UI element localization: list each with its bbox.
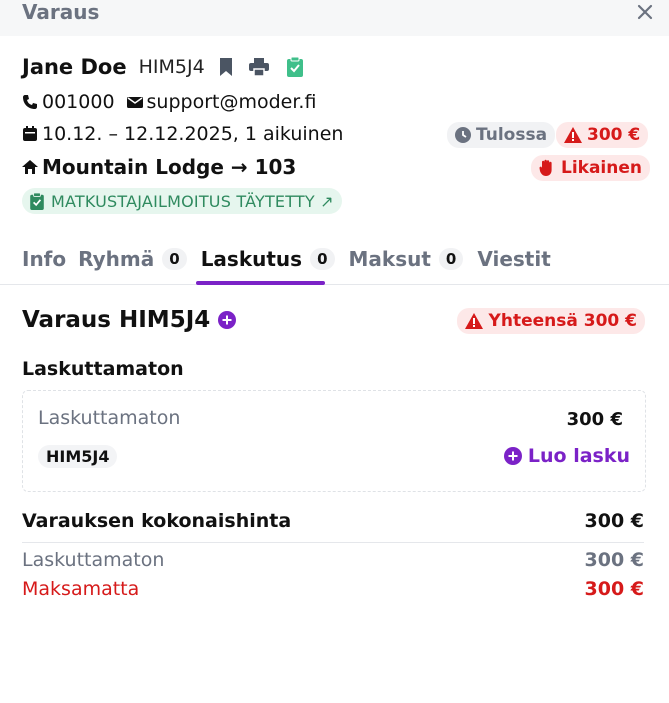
email-icon — [126, 97, 143, 108]
guest-name: Jane Doe — [22, 55, 127, 79]
reservation-code: HIM5J4 — [138, 56, 205, 78]
balance-amount: 300 € — [587, 125, 641, 145]
balance-badge: 300 € — [556, 122, 649, 148]
calendar-icon — [23, 126, 37, 141]
cleaning-badge[interactable]: Likainen — [531, 155, 650, 181]
email-address[interactable]: support@moder.fi — [147, 91, 317, 113]
summary-value: 300 € — [584, 578, 645, 600]
tab-payments[interactable]: Maksut 0 — [349, 242, 464, 276]
billing-title: Varaus HIM5J4 — [22, 307, 211, 333]
tab-count: 0 — [310, 248, 335, 270]
close-icon[interactable] — [635, 2, 655, 22]
dialog-header: Varaus — [0, 0, 669, 36]
create-invoice-label: Luo lasku — [527, 445, 630, 467]
summary-divider — [22, 542, 644, 543]
tab-billing[interactable]: Laskutus 0 — [201, 242, 335, 276]
billing-section-title: Varaus HIM5J4 — [22, 307, 237, 333]
add-circle-icon — [503, 447, 522, 465]
tab-messages[interactable]: Viestit — [477, 242, 550, 276]
hand-icon — [539, 159, 552, 176]
stay-dates: 10.12. – 12.12.2025, 1 aikuinen — [42, 123, 344, 145]
registration-link[interactable]: MATKUSTAJAILMOITUS TÄYTETTY ↗ — [22, 188, 342, 214]
unbilled-card-label: Laskuttamaton — [38, 407, 181, 429]
registration-label: MATKUSTAJAILMOITUS TÄYTETTY ↗ — [51, 191, 334, 211]
summary-label: Maksamatta — [22, 578, 140, 600]
tab-count: 0 — [438, 248, 464, 270]
warning-icon — [564, 127, 582, 143]
cleaning-status: Likainen — [561, 158, 642, 178]
clipboard-check-icon — [30, 192, 44, 210]
bookmark-icon[interactable] — [219, 57, 233, 77]
guest-header: Jane Doe HIM5J4 — [22, 55, 303, 79]
create-invoice-button[interactable]: Luo lasku — [503, 445, 630, 467]
summary-label: Varauksen kokonaishinta — [22, 510, 292, 532]
unbilled-card: Laskuttamaton 300 € HIM5J4 Luo lasku — [22, 390, 646, 492]
room-label[interactable]: Mountain Lodge → 103 — [42, 155, 296, 179]
total-label: Yhteensä 300 € — [488, 311, 637, 331]
summary-value: 300 € — [584, 510, 645, 532]
tab-label: Laskutus — [200, 247, 303, 271]
unpaid-row: Maksamatta 300 € — [22, 578, 644, 600]
add-circle-icon[interactable] — [218, 311, 237, 329]
active-tab-indicator — [196, 281, 325, 285]
tab-label: Info — [22, 247, 67, 271]
tab-label: Viestit — [477, 247, 551, 271]
unbilled-card-amount: 300 € — [566, 409, 623, 430]
tab-count: 0 — [162, 248, 187, 270]
tab-group[interactable]: Ryhmä 0 — [78, 242, 187, 276]
reservation-chip: HIM5J4 — [38, 445, 118, 468]
contact-row: 001000 support@moder.fi — [22, 91, 316, 113]
status-badge: Tulossa — [447, 122, 556, 148]
total-price-row: Varauksen kokonaishinta 300 € — [22, 510, 644, 532]
tab-label: Ryhmä — [78, 247, 155, 271]
unbilled-heading: Laskuttamaton — [22, 358, 184, 380]
tab-divider — [0, 284, 669, 285]
tab-info[interactable]: Info — [22, 242, 66, 276]
summary-value: 300 € — [584, 549, 645, 571]
print-icon[interactable] — [248, 58, 269, 76]
summary-label: Laskuttamaton — [22, 549, 165, 571]
phone-number[interactable]: 001000 — [42, 91, 115, 113]
room-row: Mountain Lodge → 103 — [22, 155, 296, 179]
status-label: Tulossa — [476, 125, 548, 145]
warning-icon — [464, 313, 483, 329]
stay-dates-row: 10.12. – 12.12.2025, 1 aikuinen — [22, 123, 343, 145]
tab-bar: Info Ryhmä 0 Laskutus 0 Maksut 0 Viestit — [22, 242, 565, 276]
phone-icon — [23, 95, 37, 109]
total-badge: Yhteensä 300 € — [456, 308, 645, 334]
tab-label: Maksut — [348, 247, 431, 271]
unbilled-row: Laskuttamaton 300 € — [22, 549, 644, 571]
dialog-title: Varaus — [22, 0, 100, 24]
home-icon — [22, 160, 38, 174]
clock-icon — [455, 127, 471, 143]
clipboard-check-icon[interactable] — [286, 57, 303, 77]
